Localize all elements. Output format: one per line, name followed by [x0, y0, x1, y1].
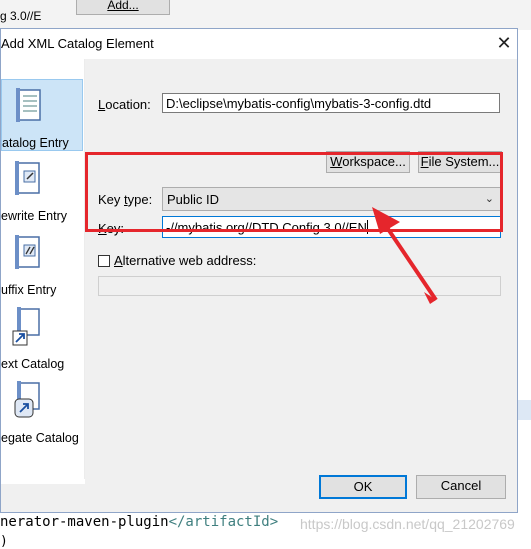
dialog-titlebar: Add XML Catalog Element ✕	[1, 29, 517, 58]
sidebar-item-next-catalog[interactable]: ext Catalog	[1, 301, 83, 373]
sidebar-item-label: atalog Entry	[2, 136, 69, 150]
close-icon[interactable]: ✕	[493, 32, 515, 54]
catalog-type-sidebar: atalog Entry ewrite Entry uffix Entry ex…	[1, 59, 85, 479]
sidebar-item-label: ewrite Entry	[1, 209, 67, 223]
alt-label-text: lternative web address:	[122, 253, 257, 268]
sidebar-item-delegate-catalog[interactable]: egate Catalog	[1, 375, 83, 447]
sidebar-item-catalog-entry[interactable]: atalog Entry	[1, 79, 83, 151]
location-label-text: ocation:	[105, 97, 151, 112]
sidebar-item-rewrite-entry[interactable]: ewrite Entry	[1, 153, 83, 225]
cancel-button[interactable]: Cancel	[416, 475, 506, 499]
add-xml-catalog-dialog: Add XML Catalog Element ✕ atalog Entry e…	[0, 28, 518, 513]
background-add-label: Add...	[107, 0, 139, 12]
alternative-web-address-input	[98, 276, 501, 296]
next-catalog-icon	[12, 307, 40, 346]
sidebar-item-label: uffix Entry	[1, 283, 57, 297]
suffix-entry-icon	[15, 235, 40, 269]
annotation-highlight-box	[85, 152, 503, 232]
alt-mnemonic: A	[114, 253, 123, 268]
entry-form-panel: Location: D:\eclipse\mybatis-config\myba…	[85, 59, 517, 484]
background-code-bottom: )	[0, 534, 8, 549]
delegate-catalog-icon	[14, 381, 40, 418]
watermark: https://blog.csdn.net/qq_21202769	[300, 516, 515, 532]
location-label: Location:	[98, 97, 151, 112]
sidebar-item-label: egate Catalog	[1, 431, 79, 445]
alternative-web-address-checkbox[interactable]	[98, 255, 110, 267]
background-add-button[interactable]: Add...	[76, 0, 170, 15]
sidebar-item-suffix-entry[interactable]: uffix Entry	[1, 227, 83, 299]
code-tag: </artifactId>	[168, 514, 279, 530]
ok-button[interactable]: OK	[319, 475, 407, 499]
background-code-line: nerator-maven-plugin</artifactId>	[0, 514, 278, 530]
alternative-web-address-label: Alternative web address:	[114, 253, 256, 268]
sidebar-item-label: ext Catalog	[1, 357, 65, 371]
catalog-entry-icon	[16, 88, 41, 122]
location-input[interactable]: D:\eclipse\mybatis-config\mybatis-3-conf…	[162, 93, 500, 113]
rewrite-entry-icon	[15, 161, 40, 195]
background-text: g 3.0//E	[0, 9, 42, 23]
dialog-title: Add XML Catalog Element	[1, 36, 154, 51]
code-text: nerator-maven-plugin	[0, 514, 169, 530]
